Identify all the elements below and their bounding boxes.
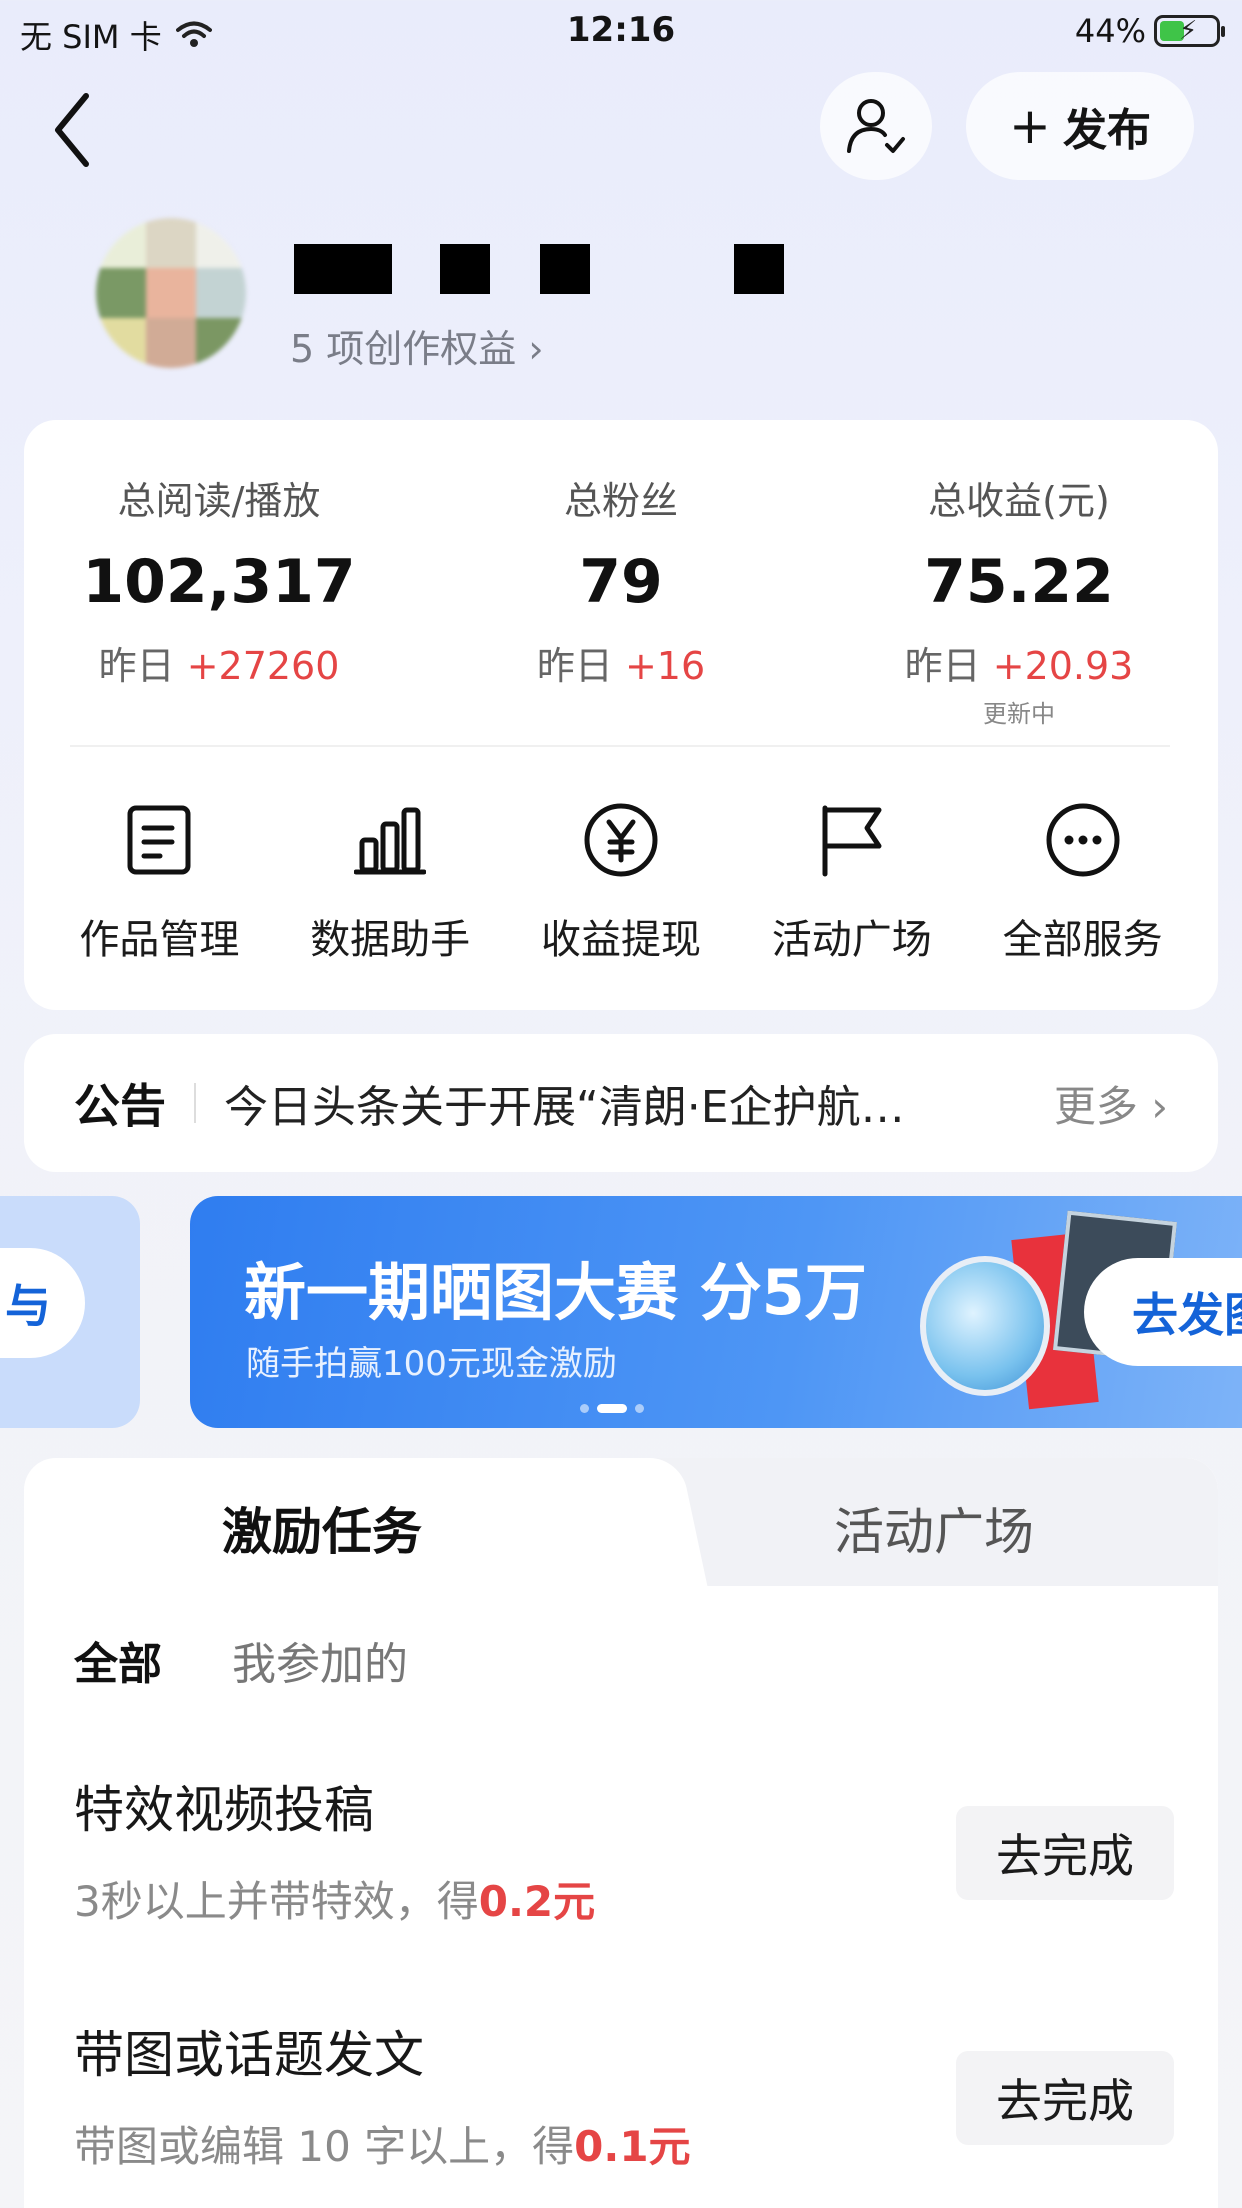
battery-status: 44% ⚡	[1074, 12, 1225, 50]
stat-total-earnings[interactable]: 总收益(元) 75.22 昨日 +20.93 更新中	[849, 470, 1189, 729]
username-redacted	[440, 244, 490, 294]
stats-card: 总阅读/播放 102,317 昨日 +27260 总粉丝 79 昨日 +16 总…	[24, 420, 1218, 1010]
document-icon	[127, 805, 191, 875]
stat-total-fans[interactable]: 总粉丝 79 昨日 +16	[451, 470, 791, 690]
task-item: 带图或话题发文 带图或编辑 10 字以上，得0.1元 去完成	[74, 2015, 1174, 2174]
task-reward: 0.2元	[478, 1877, 596, 1926]
more-icon	[1046, 803, 1120, 877]
stat-value: 102,317	[82, 547, 356, 617]
flag-icon	[822, 805, 882, 877]
publish-label: 发布	[1062, 105, 1151, 156]
service-works-management[interactable]: 作品管理	[49, 795, 269, 965]
announcement-more-link[interactable]: 更多 ›	[1054, 1073, 1168, 1134]
stat-delta: 昨日 +27260	[98, 644, 340, 688]
battery-icon: ⚡	[1154, 15, 1225, 47]
chevron-left-icon	[55, 93, 89, 167]
banner-title: 新一期晒图大赛 分5万	[244, 1256, 867, 1329]
task-reward: 0.1元	[574, 2122, 691, 2171]
username-redacted	[540, 244, 590, 294]
username-redacted	[294, 244, 392, 294]
stat-total-reads[interactable]: 总阅读/播放 102,317 昨日 +27260	[49, 470, 389, 690]
banner-decoration	[920, 1256, 1050, 1396]
stat-update-note: 更新中	[983, 700, 1055, 728]
announcement-text[interactable]: 今日头条关于开展“清朗·E企护航…	[224, 1071, 1030, 1135]
service-label: 活动广场	[771, 917, 932, 963]
perks-label: 5 项创作权益	[290, 327, 517, 371]
banner-subtitle: 随手拍赢100元现金激励	[246, 1344, 617, 1384]
filter-all[interactable]: 全部	[74, 1628, 162, 1692]
stat-label: 总阅读/播放	[117, 479, 321, 523]
banner-action-button[interactable]: 去发图	[1084, 1258, 1242, 1366]
yen-icon	[584, 803, 658, 877]
task-complete-button[interactable]: 去完成	[956, 1806, 1174, 1900]
tab-incentive-tasks[interactable]: 激励任务	[222, 1492, 422, 1564]
carousel-indicator	[580, 1404, 644, 1413]
task-complete-button[interactable]: 去完成	[956, 2051, 1174, 2145]
banner-previous-action[interactable]: 与	[0, 1248, 85, 1358]
stat-value: 75.22	[924, 547, 1114, 617]
divider	[70, 745, 1170, 747]
services-grid: 作品管理 数据助手 收益提现 活动广场 全部服务	[24, 795, 1218, 965]
creator-perks-link[interactable]: 5 项创作权益 ›	[290, 318, 544, 373]
stat-label: 总收益(元)	[928, 479, 1110, 523]
user-check-icon	[847, 99, 905, 153]
service-label: 作品管理	[79, 917, 240, 963]
stat-delta: 昨日 +16	[536, 644, 706, 688]
banner-previous[interactable]: 与	[0, 1196, 140, 1428]
filter-joined[interactable]: 我参加的	[232, 1628, 408, 1692]
service-all-services[interactable]: 全部服务	[973, 795, 1193, 965]
service-label: 收益提现	[540, 917, 701, 963]
battery-percent: 44%	[1074, 12, 1146, 50]
service-activity-square[interactable]: 活动广场	[742, 795, 962, 965]
user-verify-button[interactable]	[820, 72, 932, 180]
chevron-right-icon: ›	[1137, 1081, 1168, 1131]
avatar[interactable]	[96, 218, 246, 368]
stat-value: 79	[579, 547, 663, 617]
task-item: 特效视频投稿 3秒以上并带特效，得0.2元 去完成	[74, 1770, 1174, 1929]
announcement-tag: 公告	[74, 1079, 166, 1133]
promo-banner[interactable]: 新一期晒图大赛 分5万 随手拍赢100元现金激励 去发图	[190, 1196, 1242, 1428]
status-bar: 无 SIM 卡 12:16 44% ⚡	[0, 0, 1242, 62]
plus-icon: +	[1009, 97, 1051, 155]
service-withdraw-earnings[interactable]: 收益提现	[511, 795, 731, 965]
back-button[interactable]	[48, 90, 108, 170]
username-redacted	[734, 244, 784, 294]
chevron-right-icon: ›	[528, 327, 544, 371]
stat-label: 总粉丝	[563, 479, 678, 523]
announcement-bar[interactable]: 公告 今日头条关于开展“清朗·E企护航… 更多 ›	[24, 1034, 1218, 1172]
tab-activity-square[interactable]: 活动广场	[834, 1492, 1034, 1564]
service-label: 全部服务	[1002, 917, 1163, 963]
stat-delta: 昨日 +20.93	[904, 644, 1134, 688]
clock: 12:16	[566, 10, 676, 50]
publish-button[interactable]: + 发布	[966, 72, 1194, 180]
service-data-assistant[interactable]: 数据助手	[280, 795, 500, 965]
bar-chart-icon	[354, 807, 427, 875]
tasks-card: 激励任务 活动广场 全部 我参加的 特效视频投稿 3秒以上并带特效，得0.2元 …	[24, 1458, 1218, 2208]
divider	[194, 1083, 196, 1123]
service-label: 数据助手	[310, 917, 471, 963]
